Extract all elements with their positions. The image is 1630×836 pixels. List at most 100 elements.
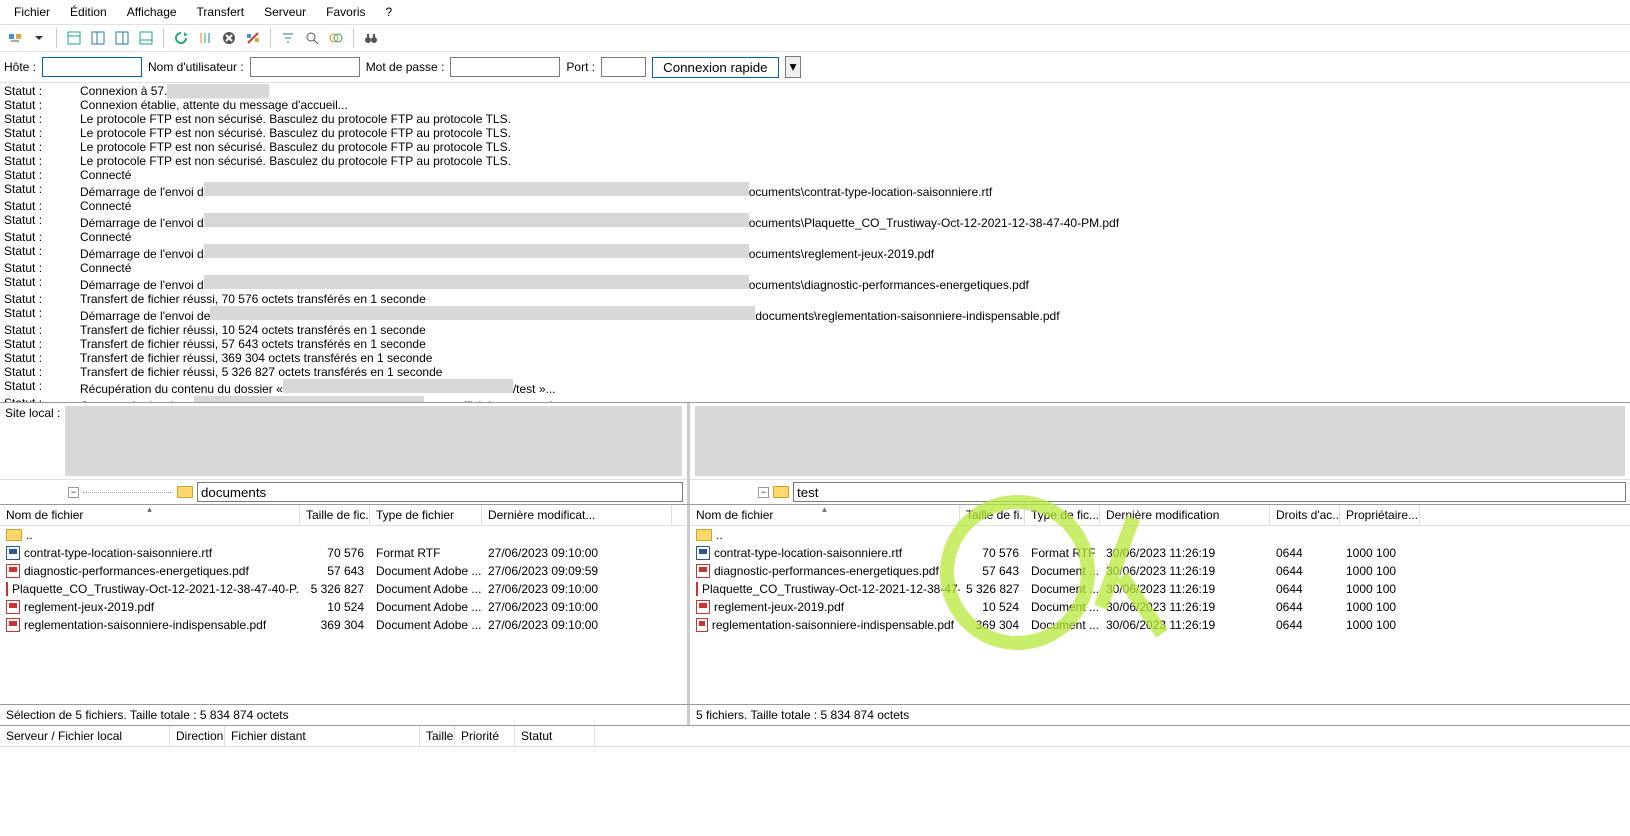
compare-icon[interactable] xyxy=(325,27,347,49)
file-row[interactable]: diagnostic-performances-energetiques.pdf… xyxy=(0,562,687,580)
log-row: Statut :Connecté xyxy=(4,168,1626,182)
col-type[interactable]: Type de fic... xyxy=(1025,505,1100,525)
file-row[interactable]: Plaquette_CO_Trustiway-Oct-12-2021-12-38… xyxy=(0,580,687,598)
local-tree-row[interactable]: − xyxy=(0,479,687,504)
qcol-remote[interactable]: Fichier distant xyxy=(225,726,420,746)
log-row: Statut :Transfert de fichier réussi, 57 … xyxy=(4,337,1626,351)
sitemanager-dropdown-icon[interactable] xyxy=(28,27,50,49)
folder-up-icon xyxy=(696,529,712,541)
refresh-icon[interactable] xyxy=(170,27,192,49)
file-row[interactable]: contrat-type-location-saisonniere.rtf70 … xyxy=(690,544,1630,562)
toggle-localtree-icon[interactable] xyxy=(87,27,109,49)
quickconnect-button[interactable]: Connexion rapide xyxy=(652,57,778,78)
search-icon[interactable] xyxy=(301,27,323,49)
folder-icon xyxy=(177,486,193,498)
qcol-direction[interactable]: Direction xyxy=(170,726,225,746)
col-size[interactable]: Taille de fic... xyxy=(300,505,370,525)
remote-file-list[interactable]: ..contrat-type-location-saisonniere.rtf7… xyxy=(690,526,1630,634)
col-filename[interactable]: Nom de fichier xyxy=(0,505,300,525)
binoculars-icon[interactable] xyxy=(360,27,382,49)
col-filename[interactable]: Nom de fichier xyxy=(690,505,960,525)
file-row[interactable]: Plaquette_CO_Trustiway-Oct-12-2021-12-38… xyxy=(690,580,1630,598)
log-row: Statut :Transfert de fichier réussi, 10 … xyxy=(4,323,1626,337)
file-owner: 1000 100 xyxy=(1340,600,1420,614)
process-queue-icon[interactable] xyxy=(194,27,216,49)
qcol-priority[interactable]: Priorité xyxy=(455,726,515,746)
log-row: Statut :Contenu du dossier «████████████… xyxy=(4,396,1626,403)
tree-collapse-icon[interactable]: − xyxy=(68,487,79,498)
quickconnect-bar: Hôte : Nom d'utilisateur : Mot de passe … xyxy=(0,52,1630,83)
menu-bookmarks[interactable]: Favoris xyxy=(316,2,375,22)
user-label: Nom d'utilisateur : xyxy=(148,60,244,74)
file-owner: 1000 100 xyxy=(1340,564,1420,578)
remote-columns[interactable]: Nom de fichier Taille de fi... Type de f… xyxy=(690,505,1630,526)
local-file-list[interactable]: ..contrat-type-location-saisonniere.rtf7… xyxy=(0,526,687,634)
local-columns[interactable]: Nom de fichier Taille de fic... Type de … xyxy=(0,505,687,526)
log-row: Statut :Récupération du contenu du dossi… xyxy=(4,379,1626,396)
menu-server[interactable]: Serveur xyxy=(254,2,316,22)
file-size: 10 524 xyxy=(300,600,370,614)
menu-bar: Fichier Édition Affichage Transfert Serv… xyxy=(0,0,1630,25)
file-name: reglementation-saisonniere-indispensable… xyxy=(24,618,266,632)
file-date: 30/06/2023 11:26:19 xyxy=(1100,546,1270,560)
log-row: Statut :Le protocole FTP est non sécuris… xyxy=(4,140,1626,154)
col-date[interactable]: Dernière modification xyxy=(1100,505,1270,525)
file-size: 369 304 xyxy=(960,618,1025,632)
file-row[interactable]: contrat-type-location-saisonniere.rtf70 … xyxy=(0,544,687,562)
file-date: 27/06/2023 09:10:00 xyxy=(482,618,672,632)
file-row[interactable]: reglement-jeux-2019.pdf10 524Document ..… xyxy=(690,598,1630,616)
log-row: Statut :Démarrage de l'envoi d██████████… xyxy=(4,182,1626,199)
file-size: 57 643 xyxy=(300,564,370,578)
transfer-queue-header[interactable]: Serveur / Fichier local Direction Fichie… xyxy=(0,726,1630,747)
toggle-log-icon[interactable] xyxy=(63,27,85,49)
menu-edit[interactable]: Édition xyxy=(60,2,117,22)
host-input[interactable] xyxy=(42,57,142,77)
qcol-status[interactable]: Statut xyxy=(515,726,595,746)
file-type: Document ... xyxy=(1025,618,1100,632)
remote-tree-row[interactable]: − xyxy=(690,479,1630,504)
qcol-server[interactable]: Serveur / Fichier local xyxy=(0,726,170,746)
col-type[interactable]: Type de fichier xyxy=(370,505,482,525)
remote-dir-input[interactable] xyxy=(793,482,1626,502)
qcol-size[interactable]: Taille xyxy=(420,726,455,746)
tree-collapse-icon[interactable]: − xyxy=(758,487,769,498)
col-perms[interactable]: Droits d'ac... xyxy=(1270,505,1340,525)
col-owner[interactable]: Propriétaire... xyxy=(1340,505,1420,525)
port-input[interactable] xyxy=(601,57,646,77)
file-row[interactable]: diagnostic-performances-energetiques.pdf… xyxy=(690,562,1630,580)
parent-dir-row[interactable]: .. xyxy=(0,526,687,544)
file-row[interactable]: reglementation-saisonniere-indispensable… xyxy=(690,616,1630,634)
cancel-icon[interactable] xyxy=(218,27,240,49)
file-size: 10 524 xyxy=(960,600,1025,614)
file-row[interactable]: reglement-jeux-2019.pdf10 524Document Ad… xyxy=(0,598,687,616)
file-name: reglement-jeux-2019.pdf xyxy=(24,600,154,614)
filter-icon[interactable] xyxy=(277,27,299,49)
username-input[interactable] xyxy=(250,57,360,77)
quickconnect-dropdown[interactable]: ▾ xyxy=(785,56,802,78)
log-row: Statut :Le protocole FTP est non sécuris… xyxy=(4,126,1626,140)
message-log[interactable]: Statut :Connexion à 57.████████████Statu… xyxy=(0,83,1630,403)
toolbar xyxy=(0,25,1630,52)
parent-dir-row[interactable]: .. xyxy=(690,526,1630,544)
file-owner: 1000 100 xyxy=(1340,582,1420,596)
file-row[interactable]: reglementation-saisonniere-indispensable… xyxy=(0,616,687,634)
menu-view[interactable]: Affichage xyxy=(117,2,187,22)
password-input[interactable] xyxy=(450,57,560,77)
menu-file[interactable]: Fichier xyxy=(4,2,60,22)
pass-label: Mot de passe : xyxy=(366,60,445,74)
folder-up-icon xyxy=(6,529,22,541)
col-size[interactable]: Taille de fi... xyxy=(960,505,1025,525)
menu-help[interactable]: ? xyxy=(376,2,403,22)
disconnect-icon[interactable] xyxy=(242,27,264,49)
col-date[interactable]: Dernière modificat... xyxy=(482,505,672,525)
local-file-pane: Nom de fichier Taille de fic... Type de … xyxy=(0,505,690,704)
toggle-queue-icon[interactable] xyxy=(135,27,157,49)
sitemanager-icon[interactable] xyxy=(4,27,26,49)
file-type: Document ... xyxy=(1025,582,1100,596)
toggle-remotetree-icon[interactable] xyxy=(111,27,133,49)
file-perms: 0644 xyxy=(1270,564,1340,578)
local-dir-input[interactable] xyxy=(197,482,683,502)
menu-transfer[interactable]: Transfert xyxy=(187,2,255,22)
log-row: Statut :Transfert de fichier réussi, 70 … xyxy=(4,292,1626,306)
file-date: 30/06/2023 11:26:19 xyxy=(1100,600,1270,614)
